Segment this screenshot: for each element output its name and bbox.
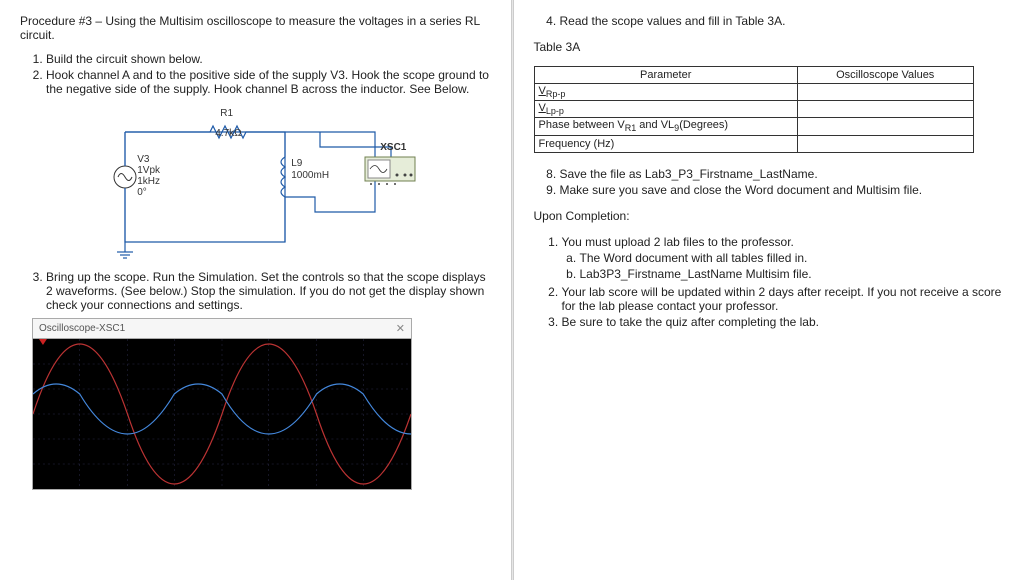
th-parameter: Parameter xyxy=(534,67,797,84)
completion-3: Be sure to take the quiz after completin… xyxy=(562,315,1005,329)
completion-2: Your lab score will be updated within 2 … xyxy=(562,285,1005,313)
freq-value[interactable] xyxy=(797,135,973,152)
oscilloscope-window: Oscilloscope-XSC1 ✕ xyxy=(32,318,412,490)
circuit-diagram: R1 4.7kΩ V3 1Vpk 1kHz 0° L9 1000mH XSC1 xyxy=(75,102,435,262)
scope-titlebar: Oscilloscope-XSC1 ✕ xyxy=(32,318,412,338)
v3-freq: 1kHz xyxy=(137,176,160,187)
step-9: Make sure you save and close the Word do… xyxy=(560,183,1005,197)
table-row: VRp-p xyxy=(534,84,973,101)
v3-label: V3 xyxy=(137,154,149,165)
step-3: Bring up the scope. Run the Simulation. … xyxy=(46,270,491,312)
v3-amp: 1Vpk xyxy=(137,165,160,176)
procedure-steps-1-2: Build the circuit shown below. Hook chan… xyxy=(20,52,491,96)
completion-list: You must upload 2 lab files to the profe… xyxy=(534,235,1005,329)
r1-label: R1 xyxy=(220,108,233,119)
close-icon[interactable]: ✕ xyxy=(396,322,405,335)
scope-display xyxy=(32,338,412,490)
procedure-step-4: Read the scope values and fill in Table … xyxy=(534,14,1005,28)
th-values: Oscilloscope Values xyxy=(797,67,973,84)
procedure-steps-8-9: Save the file as Lab3_P3_Firstname_LastN… xyxy=(534,167,1005,197)
left-page: Procedure #3 – Using the Multisim oscill… xyxy=(0,0,511,580)
completion-1b: Lab3P3_Firstname_LastName Multisim file. xyxy=(580,267,1005,281)
l9-value: 1000mH xyxy=(291,170,329,181)
table-title: Table 3A xyxy=(534,40,1005,54)
phase-value[interactable] xyxy=(797,118,973,135)
completion-1a: The Word document with all tables filled… xyxy=(580,251,1005,265)
xsc1-label: XSC1 xyxy=(380,142,406,153)
step-2: Hook channel A and to the positive side … xyxy=(46,68,491,96)
vrpp-value[interactable] xyxy=(797,84,973,101)
table-3a: Parameter Oscilloscope Values VRp-p VLp-… xyxy=(534,66,974,153)
step-1: Build the circuit shown below. xyxy=(46,52,491,66)
vlpp-value[interactable] xyxy=(797,101,973,118)
l9-label: L9 xyxy=(291,158,302,169)
right-page: Read the scope values and fill in Table … xyxy=(514,0,1024,580)
completion-1: You must upload 2 lab files to the profe… xyxy=(562,235,1005,281)
table-row: Phase between VR1 and VL9(Degrees) xyxy=(534,118,973,135)
scope-title: Oscilloscope-XSC1 xyxy=(39,323,125,334)
procedure-step-3: Bring up the scope. Run the Simulation. … xyxy=(20,270,491,312)
procedure-title: Procedure #3 – Using the Multisim oscill… xyxy=(20,14,491,42)
v3-phase: 0° xyxy=(137,187,147,198)
table-row: Frequency (Hz) xyxy=(534,135,973,152)
step-4: Read the scope values and fill in Table … xyxy=(560,14,1005,28)
upon-completion-title: Upon Completion: xyxy=(534,209,1005,223)
step-8: Save the file as Lab3_P3_Firstname_LastN… xyxy=(560,167,1005,181)
table-row: VLp-p xyxy=(534,101,973,118)
r1-value: 4.7kΩ xyxy=(215,128,241,139)
